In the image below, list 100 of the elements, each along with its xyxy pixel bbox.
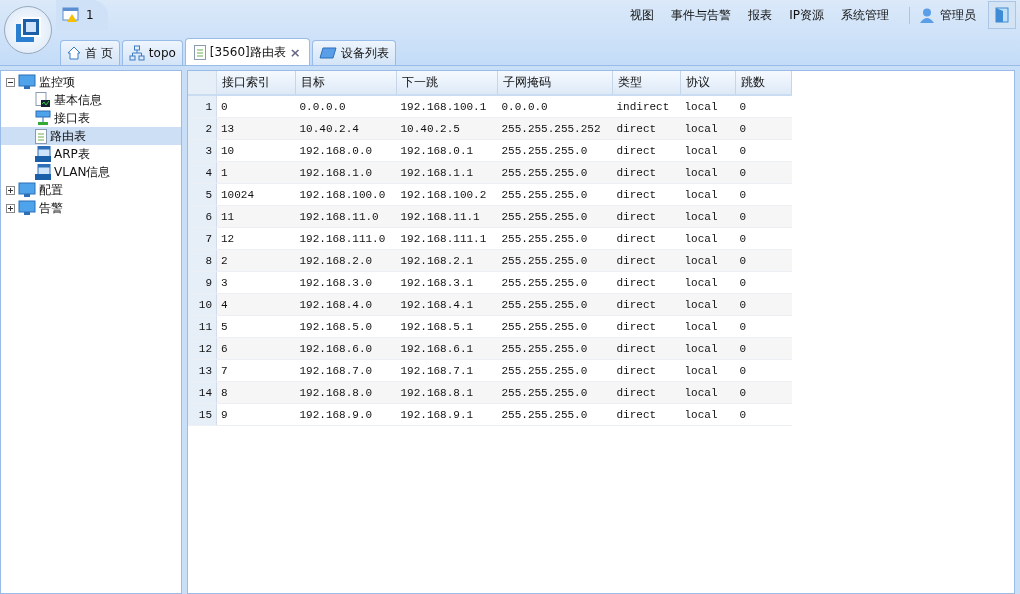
table-cell: 9: [216, 403, 296, 426]
table-cell: local: [680, 139, 736, 162]
row-number: 9: [188, 271, 217, 294]
table-cell: 192.168.5.0: [295, 315, 397, 338]
table-cell: 192.168.7.0: [295, 359, 397, 382]
table-cell: 0: [735, 227, 792, 250]
table-cell: direct: [612, 403, 681, 426]
table-cell: direct: [612, 227, 681, 250]
close-button[interactable]: ×: [289, 44, 301, 60]
tree-item[interactable]: VLAN信息: [1, 163, 181, 181]
tree-item[interactable]: 告警: [1, 199, 181, 217]
document-icon: [193, 44, 206, 60]
table-cell: 0: [735, 403, 792, 426]
tree-item[interactable]: ARP表: [1, 145, 181, 163]
expander-icon[interactable]: [6, 203, 15, 213]
table-cell: 255.255.255.0: [497, 139, 613, 162]
window-icon: [35, 164, 51, 180]
table-cell: direct: [612, 315, 681, 338]
expander-icon[interactable]: [6, 185, 15, 195]
table-cell: 192.168.9.0: [295, 403, 397, 426]
row-number: 5: [188, 183, 217, 206]
row-number: 13: [188, 359, 217, 382]
menu-item[interactable]: 系统管理: [841, 6, 889, 24]
tree-item[interactable]: 监控项: [1, 73, 181, 91]
user-name[interactable]: 管理员: [940, 6, 976, 24]
table-cell: local: [680, 227, 736, 250]
table-cell: local: [680, 359, 736, 382]
menu-item[interactable]: 报表: [748, 6, 773, 24]
table-cell: 255.255.255.0: [497, 359, 613, 382]
table-cell: local: [680, 403, 736, 426]
column-header[interactable]: 下一跳: [396, 71, 498, 95]
table-cell: 0: [216, 95, 296, 118]
row-number: 3: [188, 139, 217, 162]
row-number: 2: [188, 117, 217, 140]
menu-item[interactable]: 视图: [630, 6, 655, 24]
row-number: 10: [188, 293, 217, 316]
document-chart-icon: [35, 92, 51, 108]
user-icon: [920, 7, 934, 23]
column-header[interactable]: 协议: [680, 71, 736, 95]
alert-icon[interactable]: [62, 7, 80, 23]
table-cell: 0: [735, 271, 792, 294]
table-cell: 192.168.7.1: [396, 359, 498, 382]
column-header[interactable]: 跳数: [735, 71, 792, 95]
table-cell: 0: [735, 139, 792, 162]
row-number: 1: [188, 95, 217, 118]
table-cell: 0.0.0.0: [295, 95, 397, 118]
tab[interactable]: 设备列表: [311, 40, 396, 65]
table-cell: 192.168.111.0: [295, 227, 397, 250]
table-cell: 3: [216, 271, 296, 294]
switch-icon: [318, 47, 337, 59]
row-number: 15: [188, 403, 217, 426]
table-cell: 10: [216, 139, 296, 162]
exit-button[interactable]: [988, 1, 1016, 29]
table-cell: 12: [216, 227, 296, 250]
table-cell: local: [680, 183, 736, 206]
table-cell: 10024: [216, 183, 296, 206]
table-cell: 192.168.3.0: [295, 271, 397, 294]
table-cell: 192.168.100.2: [396, 183, 498, 206]
table-cell: 255.255.255.0: [497, 315, 613, 338]
table-cell: local: [680, 95, 736, 118]
expander-icon[interactable]: [6, 77, 15, 87]
door-icon: [995, 7, 1009, 23]
topology-icon: [128, 45, 145, 61]
menu-item[interactable]: IP资源: [789, 6, 824, 24]
row-number: 4: [188, 161, 217, 184]
column-header[interactable]: 目标: [295, 71, 397, 95]
table-cell: 192.168.0.0: [295, 139, 397, 162]
tree-item[interactable]: 路由表: [1, 127, 181, 145]
table-cell: direct: [612, 271, 681, 294]
column-header[interactable]: 类型: [612, 71, 681, 95]
app-logo[interactable]: [4, 6, 52, 54]
network-icon: [35, 110, 51, 126]
monitor-icon: [18, 182, 36, 198]
row-number: 6: [188, 205, 217, 228]
column-header[interactable]: 接口索引: [216, 71, 296, 95]
table-cell: 255.255.255.0: [497, 403, 613, 426]
table-cell: 0.0.0.0: [497, 95, 613, 118]
column-header[interactable]: 子网掩码: [497, 71, 613, 95]
monitor-icon: [18, 200, 36, 216]
row-number: 8: [188, 249, 217, 272]
table-cell: local: [680, 315, 736, 338]
home-icon: [67, 46, 81, 60]
tree-item[interactable]: 基本信息: [1, 91, 181, 109]
table-cell: 255.255.255.0: [497, 227, 613, 250]
table-cell: 192.168.9.1: [396, 403, 498, 426]
table-cell: 0: [735, 95, 792, 118]
document-icon: [35, 128, 47, 144]
table-cell: direct: [612, 139, 681, 162]
tree-item[interactable]: 配置: [1, 181, 181, 199]
alert-count: 1: [86, 8, 94, 22]
row-number: 14: [188, 381, 217, 404]
tab[interactable]: topo: [121, 40, 183, 65]
table-cell: direct: [612, 183, 681, 206]
tab[interactable]: [3560]路由表 ×: [184, 38, 310, 65]
table-cell: 5: [216, 315, 296, 338]
menu-item[interactable]: 事件与告警: [671, 6, 732, 24]
tree-item[interactable]: 接口表: [1, 109, 181, 127]
table-cell: 7: [216, 359, 296, 382]
tab[interactable]: 首 页: [60, 40, 120, 65]
table-cell: 255.255.255.0: [497, 183, 613, 206]
